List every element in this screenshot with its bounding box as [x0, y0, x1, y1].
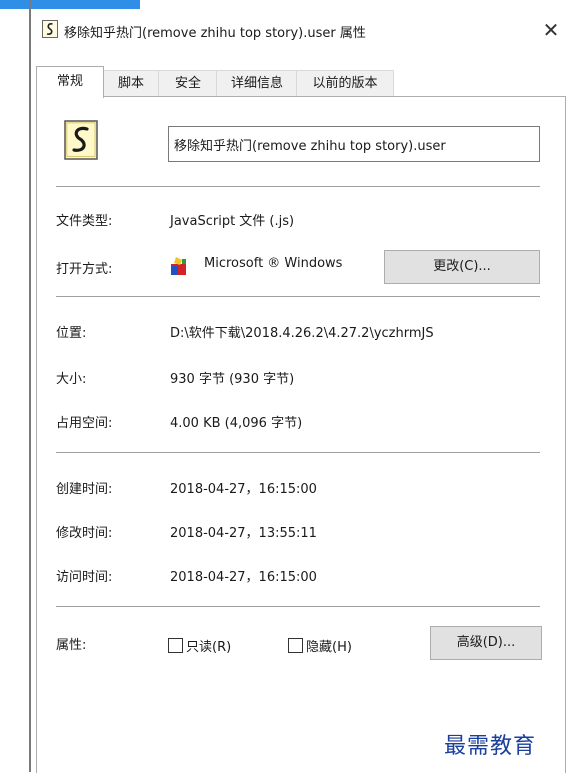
hidden-checkbox-box[interactable]	[288, 638, 303, 653]
opens-with-value: Microsoft ® Windows	[204, 256, 343, 271]
script-file-icon	[42, 20, 58, 38]
separator	[56, 186, 540, 187]
watermark-text: 最需教育	[444, 734, 537, 759]
size-value: 930 字节 (930 字节)	[170, 372, 295, 387]
modified-value: 2018-04-27，13:55:11	[170, 526, 317, 541]
windows-script-host-icon	[171, 257, 186, 275]
location-value: D:\软件下载\2018.4.26.2\4.27.2\yczhrmJS	[170, 326, 434, 341]
change-button[interactable]: 更改(C)...	[384, 250, 540, 284]
accessed-value: 2018-04-27，16:15:00	[170, 570, 317, 585]
readonly-checkbox-label: 只读(R)	[186, 640, 232, 655]
general-tab-panel	[36, 96, 566, 773]
window-left-border	[29, 0, 31, 772]
advanced-button[interactable]: 高级(D)...	[430, 626, 542, 660]
tab-general[interactable]: 常规	[36, 66, 104, 98]
close-icon[interactable]: ✕	[538, 17, 564, 43]
top-accent-bar	[0, 0, 140, 9]
tab-details[interactable]: 详细信息	[216, 70, 298, 96]
readonly-checkbox[interactable]: 只读(R)	[168, 636, 232, 655]
attributes-label: 属性:	[56, 638, 87, 653]
size-label: 大小:	[56, 372, 87, 387]
created-value: 2018-04-27，16:15:00	[170, 482, 317, 497]
size-on-disk-value: 4.00 KB (4,096 字节)	[170, 416, 303, 431]
tab-previous-versions[interactable]: 以前的版本	[296, 70, 394, 96]
script-file-large-icon	[64, 120, 98, 160]
created-label: 创建时间:	[56, 482, 113, 497]
hidden-checkbox[interactable]: 隐藏(H)	[288, 636, 352, 655]
separator	[56, 452, 540, 453]
location-label: 位置:	[56, 326, 87, 341]
file-name-field[interactable]: 移除知乎热门(remove zhihu top story).user	[168, 126, 540, 162]
accessed-label: 访问时间:	[56, 570, 113, 585]
opens-with-label: 打开方式:	[56, 262, 113, 277]
window-title: 移除知乎热门(remove zhihu top story).user 属性	[64, 26, 366, 41]
size-on-disk-label: 占用空间:	[56, 416, 113, 431]
file-type-label: 文件类型:	[56, 214, 113, 229]
tab-security[interactable]: 安全	[158, 70, 218, 96]
file-type-value: JavaScript 文件 (.js)	[170, 214, 295, 229]
readonly-checkbox-box[interactable]	[168, 638, 183, 653]
tab-script[interactable]: 脚本	[102, 70, 160, 96]
modified-label: 修改时间:	[56, 526, 113, 541]
hidden-checkbox-label: 隐藏(H)	[306, 640, 352, 655]
separator	[56, 606, 540, 607]
separator	[56, 296, 540, 297]
